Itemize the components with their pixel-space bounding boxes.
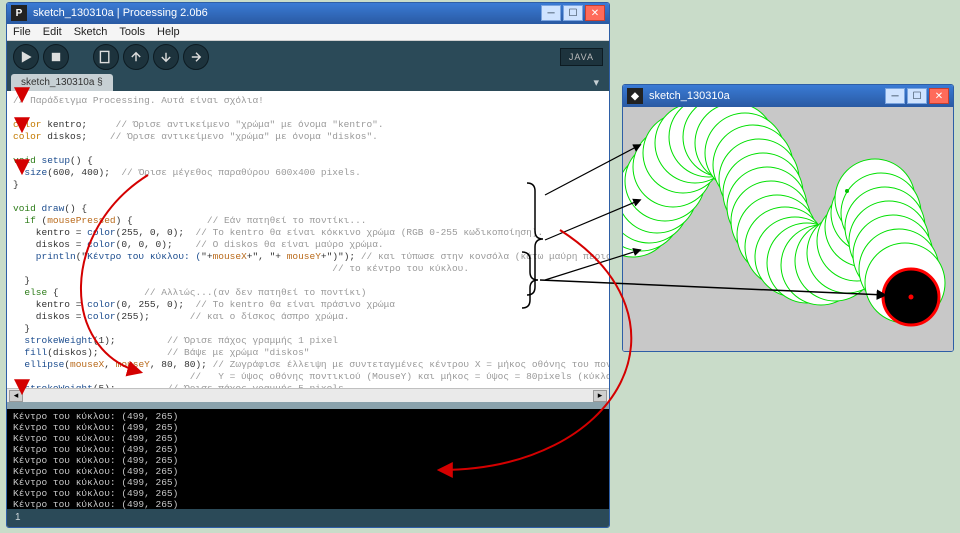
sketch-maximize-button[interactable]: ☐ bbox=[907, 88, 927, 104]
editor-scrollbar[interactable]: ◂ ▸ bbox=[7, 388, 609, 402]
maximize-button[interactable]: ☐ bbox=[563, 5, 583, 21]
window-title: sketch_130310a | Processing 2.0b6 bbox=[33, 7, 541, 19]
statusbar: 1 bbox=[7, 509, 609, 527]
open-button[interactable] bbox=[123, 44, 149, 70]
console-output[interactable]: Κέντρο του κύκλου: (499, 265) Κέντρο του… bbox=[7, 409, 609, 509]
toolbar: JAVA bbox=[7, 41, 609, 72]
console-line: Κέντρο του κύκλου: (499, 265) bbox=[13, 499, 603, 509]
sketch-minimize-button[interactable]: ─ bbox=[885, 88, 905, 104]
console-line: Κέντρο του κύκλου: (499, 265) bbox=[13, 422, 603, 433]
split-divider[interactable] bbox=[7, 402, 609, 409]
ide-titlebar[interactable]: P sketch_130310a | Processing 2.0b6 ─ ☐ … bbox=[7, 3, 609, 24]
save-button[interactable] bbox=[153, 44, 179, 70]
console-line: Κέντρο του κύκλου: (499, 265) bbox=[13, 455, 603, 466]
menu-tools[interactable]: Tools bbox=[119, 26, 145, 38]
console-line: Κέντρο του κύκλου: (499, 265) bbox=[13, 433, 603, 444]
menu-edit[interactable]: Edit bbox=[43, 26, 62, 38]
run-button[interactable] bbox=[13, 44, 39, 70]
tab-dropdown-icon[interactable]: ▾ bbox=[587, 74, 605, 91]
export-button[interactable] bbox=[183, 44, 209, 70]
sketch-close-button[interactable]: ✕ bbox=[929, 88, 949, 104]
code-editor[interactable]: // Παράδειγμα Processing. Αυτά είναι σχό… bbox=[7, 91, 609, 388]
ide-window: P sketch_130310a | Processing 2.0b6 ─ ☐ … bbox=[6, 2, 610, 528]
stop-button[interactable] bbox=[43, 44, 69, 70]
sketch-titlebar[interactable]: ◆ sketch_130310a ─ ☐ ✕ bbox=[623, 85, 953, 107]
sketch-canvas[interactable] bbox=[623, 107, 953, 351]
new-button[interactable] bbox=[93, 44, 119, 70]
sketch-window: ◆ sketch_130310a ─ ☐ ✕ bbox=[622, 84, 954, 352]
scroll-left-icon[interactable]: ◂ bbox=[9, 390, 23, 402]
menu-file[interactable]: File bbox=[13, 26, 31, 38]
tab-sketch[interactable]: sketch_130310a § bbox=[11, 74, 113, 91]
console-line: Κέντρο του κύκλου: (499, 265) bbox=[13, 444, 603, 455]
minimize-button[interactable]: ─ bbox=[541, 5, 561, 21]
scroll-right-icon[interactable]: ▸ bbox=[593, 390, 607, 402]
sketch-title: sketch_130310a bbox=[649, 90, 885, 102]
tab-strip: sketch_130310a § ▾ bbox=[7, 72, 609, 91]
menubar: File Edit Sketch Tools Help bbox=[7, 24, 609, 41]
console-line: Κέντρο του κύκλου: (499, 265) bbox=[13, 411, 603, 422]
status-line-number: 1 bbox=[15, 512, 21, 523]
console-line: Κέντρο του κύκλου: (499, 265) bbox=[13, 477, 603, 488]
processing-icon: P bbox=[11, 5, 27, 21]
menu-sketch[interactable]: Sketch bbox=[74, 26, 108, 38]
sketch-icon: ◆ bbox=[627, 88, 643, 104]
mode-chip[interactable]: JAVA bbox=[560, 48, 603, 66]
sketch-drawing bbox=[623, 107, 953, 351]
console-line: Κέντρο του κύκλου: (499, 265) bbox=[13, 488, 603, 499]
close-button[interactable]: ✕ bbox=[585, 5, 605, 21]
console-line: Κέντρο του κύκλου: (499, 265) bbox=[13, 466, 603, 477]
menu-help[interactable]: Help bbox=[157, 26, 180, 38]
